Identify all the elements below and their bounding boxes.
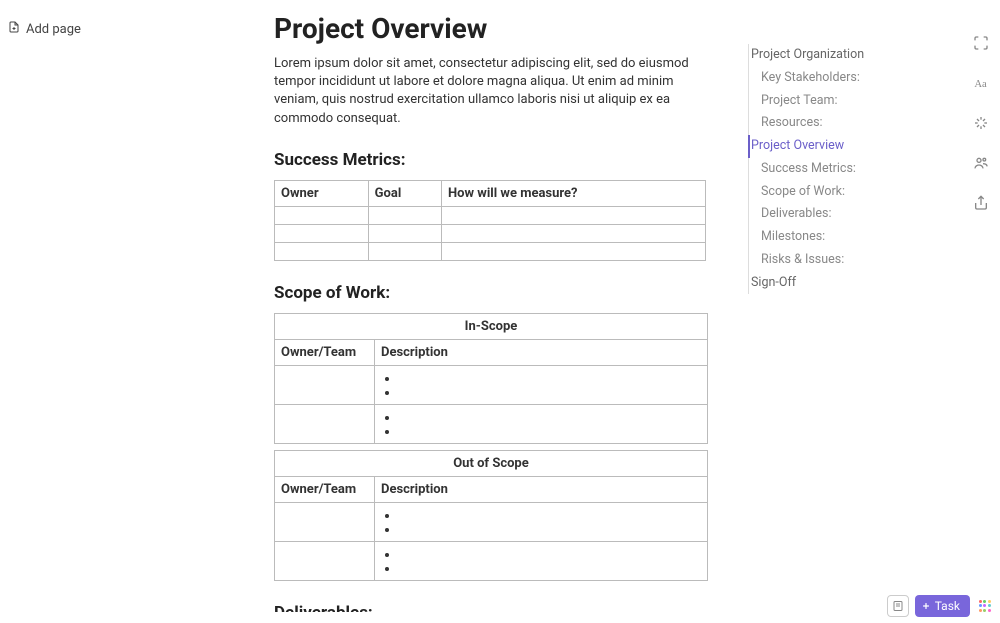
outline-item[interactable]: Scope of Work:: [749, 181, 948, 204]
outline-item[interactable]: Success Metrics:: [749, 158, 948, 181]
metrics-heading[interactable]: Success Metrics:: [274, 150, 714, 170]
outline-item[interactable]: Key Stakeholders:: [749, 67, 948, 90]
in-scope-title[interactable]: In-Scope: [275, 313, 708, 339]
metrics-col-owner[interactable]: Owner: [275, 180, 369, 206]
metrics-col-measure[interactable]: How will we measure?: [442, 180, 706, 206]
outline-item[interactable]: Deliverables:: [749, 203, 948, 226]
intro-paragraph[interactable]: Lorem ipsum dolor sit amet, consectetur …: [274, 55, 714, 128]
typography-icon[interactable]: Aa: [972, 74, 990, 92]
scope-heading[interactable]: Scope of Work:: [274, 283, 714, 303]
add-page-button[interactable]: Add page: [8, 20, 81, 38]
metrics-table[interactable]: Owner Goal How will we measure?: [274, 180, 706, 261]
task-button[interactable]: Task: [915, 595, 970, 617]
note-button[interactable]: [887, 595, 909, 617]
bottom-action-bar: Task: [887, 595, 994, 617]
people-icon[interactable]: [972, 154, 990, 172]
outline-item[interactable]: Resources:: [749, 112, 948, 135]
deliverables-heading[interactable]: Deliverables:: [274, 603, 714, 612]
in-scope-col-owner[interactable]: Owner/Team: [275, 339, 375, 365]
svg-text:Aa: Aa: [974, 79, 987, 90]
app-grid-button[interactable]: [976, 597, 994, 615]
metrics-col-goal[interactable]: Goal: [368, 180, 441, 206]
share-icon[interactable]: [972, 194, 990, 212]
out-scope-col-owner[interactable]: Owner/Team: [275, 476, 375, 502]
outline-item[interactable]: Project Team:: [749, 90, 948, 113]
page-title[interactable]: Project Overview: [274, 12, 714, 45]
outline-item[interactable]: Milestones:: [749, 226, 948, 249]
outline-item[interactable]: Project Organization: [749, 44, 948, 67]
outline-item[interactable]: Project Overview: [748, 135, 948, 158]
in-scope-col-desc[interactable]: Description: [375, 339, 708, 365]
out-scope-table[interactable]: Out of Scope Owner/Team Description: [274, 450, 708, 581]
expand-icon[interactable]: [972, 34, 990, 52]
page-plus-icon: [8, 20, 20, 38]
task-button-label: Task: [935, 599, 960, 613]
out-scope-title[interactable]: Out of Scope: [275, 450, 708, 476]
right-tool-rail: Aa: [970, 34, 992, 212]
sparkle-icon[interactable]: [972, 114, 990, 132]
outline-item[interactable]: Risks & Issues:: [749, 249, 948, 272]
grid-icon: [979, 600, 991, 612]
out-scope-col-desc[interactable]: Description: [375, 476, 708, 502]
outline-item[interactable]: Sign-Off: [749, 272, 948, 295]
add-page-label: Add page: [26, 22, 81, 37]
document-outline: Project OrganizationKey Stakeholders:Pro…: [748, 44, 948, 294]
document-body: Project Overview Lorem ipsum dolor sit a…: [274, 12, 714, 612]
in-scope-table[interactable]: In-Scope Owner/Team Description: [274, 313, 708, 444]
